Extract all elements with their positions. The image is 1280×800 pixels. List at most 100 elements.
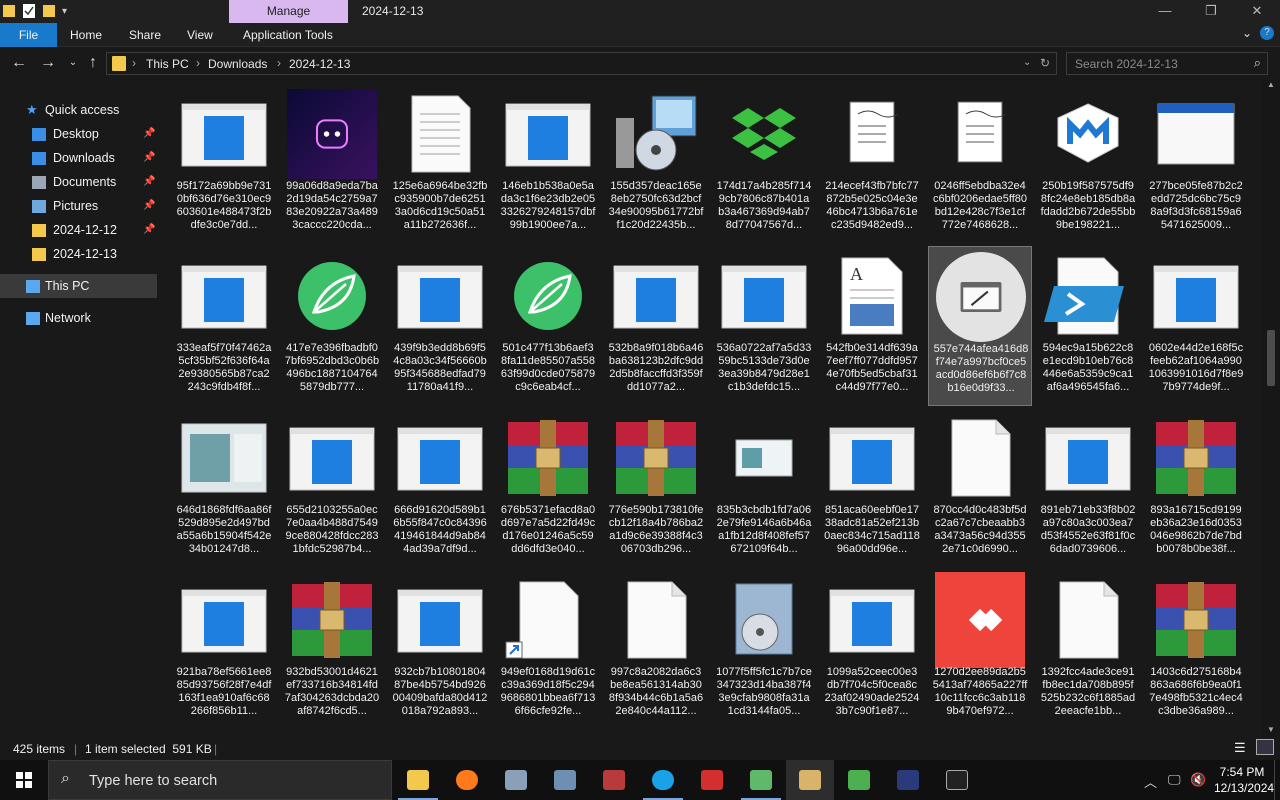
file-item[interactable]: 125e6a6964be32fbc935900b7de62513a0d6cd19… xyxy=(388,84,492,244)
file-item[interactable]: 95f172a69bb9e7310bf636d76e310ec9603601e4… xyxy=(172,84,276,244)
tab-home[interactable]: Home xyxy=(70,23,102,47)
taskbar-app[interactable] xyxy=(541,760,589,800)
file-item[interactable]: 997c8a2082da6c3be8ea561314ab308f934b44c6… xyxy=(604,570,708,730)
file-item[interactable]: 870cc4d0c483bf5dc2a67c7cbeaabb3a3473a56c… xyxy=(928,408,1032,568)
chevron-down-icon[interactable]: ⌄ xyxy=(1239,26,1255,42)
file-item[interactable]: 250b19f587575df98fc24e8eb185db8afdadd2b6… xyxy=(1036,84,1140,244)
file-item[interactable]: 655d2103255a0ec7e0aa4b488d75499ce880428f… xyxy=(280,408,384,568)
tab-share[interactable]: Share xyxy=(129,23,161,47)
file-item[interactable]: 532b8a9f018b6a46ba638123b2dfc9dd2d5b8fac… xyxy=(604,246,708,406)
sidebar-item-2024-12-13[interactable]: 2024-12-13 xyxy=(0,242,157,266)
breadcrumb-downloads[interactable]: Downloads xyxy=(208,57,267,71)
file-item[interactable]: 417e7e396fbadbf07bf6952dbd3c0b6b496bc188… xyxy=(280,246,384,406)
file-item[interactable]: 949ef0168d19d61cc39a369d18f5c2949686801b… xyxy=(496,570,600,730)
file-item[interactable]: 439f9b3edd8b69f54c8a03c34f56660b95f34568… xyxy=(388,246,492,406)
taskbar-app[interactable] xyxy=(394,760,442,800)
start-button[interactable] xyxy=(0,760,48,800)
vertical-scrollbar[interactable]: ▲ ▼ xyxy=(1262,80,1280,737)
manage-tab[interactable]: Manage xyxy=(229,0,348,23)
file-item[interactable]: 835b3cbdb1fd7a062e79fe9146a6b46aa1fb12d8… xyxy=(712,408,816,568)
file-item[interactable]: 557e744afea416d8f74e7a997bcf0ce5acd0d86e… xyxy=(928,246,1032,406)
tab-file[interactable]: File xyxy=(0,23,57,47)
refresh-icon[interactable]: ↻ xyxy=(1040,56,1050,70)
recent-locations-icon[interactable]: ⌄ xyxy=(64,54,82,72)
file-item[interactable]: 277bce05fe87b2c2edd725dc6bc75c98a9f3d3fc… xyxy=(1144,84,1248,244)
file-item[interactable]: 893a16715cd9199eb36a23e16d0353046e9862b7… xyxy=(1144,408,1248,568)
taskbar-app[interactable] xyxy=(492,760,540,800)
taskbar-app[interactable] xyxy=(835,760,883,800)
file-item[interactable]: 1403c6d275168b4863a686f6b9ea0f17e498fb53… xyxy=(1144,570,1248,730)
help-icon[interactable]: ? xyxy=(1260,26,1274,40)
scroll-down-icon[interactable]: ▼ xyxy=(1267,725,1275,734)
tab-application-tools[interactable]: Application Tools xyxy=(243,23,333,47)
maximize-button[interactable]: ❐ xyxy=(1188,0,1234,23)
breadcrumb-separator-icon[interactable]: › xyxy=(196,56,200,70)
search-input[interactable]: Search 2024-12-13 ⌕ xyxy=(1066,52,1268,75)
file-item[interactable]: 932cb7b1080180487be4b5754bd92600409bafda… xyxy=(388,570,492,730)
breadcrumb-separator-icon[interactable]: › xyxy=(277,56,281,70)
taskbar-search-box[interactable]: ⌕ Type here to search xyxy=(48,760,392,800)
tab-view[interactable]: View xyxy=(187,23,213,47)
breadcrumb-current-folder[interactable]: 2024-12-13 xyxy=(289,57,350,71)
file-item[interactable]: 1270d2ee89da2b55413af74865a227ff10c11fcc… xyxy=(928,570,1032,730)
volume-muted-icon[interactable]: 🔇 xyxy=(1190,772,1206,788)
taskbar-app[interactable] xyxy=(884,760,932,800)
sidebar-item-this-pc[interactable]: This PC xyxy=(0,274,157,298)
forward-icon[interactable]: → xyxy=(39,54,57,72)
up-icon[interactable]: ↑ xyxy=(84,54,102,72)
properties-icon[interactable] xyxy=(22,3,36,19)
file-item[interactable]: 536a0722af7a5d3359bc5133de73d0e3ea39b847… xyxy=(712,246,816,406)
address-history-icon[interactable]: ⌄ xyxy=(1023,57,1031,68)
file-item[interactable]: 921ba78ef5661ee885d93756f28f7e4df163f1ea… xyxy=(172,570,276,730)
system-clock[interactable]: 7:54 PM 12/13/2024 xyxy=(1214,764,1274,796)
close-button[interactable]: ✕ xyxy=(1234,0,1280,23)
show-desktop-button[interactable] xyxy=(1274,760,1280,800)
scroll-up-icon[interactable]: ▲ xyxy=(1267,80,1275,89)
search-icon[interactable]: ⌕ xyxy=(1254,55,1261,71)
address-bar[interactable]: › This PC › Downloads › 2024-12-13 ⌄ ↻ xyxy=(106,52,1057,75)
file-item[interactable]: 501c477f13b6aef38fa11de85507a55863f99d0c… xyxy=(496,246,600,406)
taskbar-app[interactable] xyxy=(933,760,981,800)
details-view-icon[interactable]: ☰ xyxy=(1234,740,1246,756)
file-item[interactable]: A 542fb0e314df639a7eef7ff077ddfd9574e70fb… xyxy=(820,246,924,406)
new-folder-icon[interactable] xyxy=(42,3,56,19)
file-item[interactable]: 333eaf5f70f47462a5cf35bf52f636f64a2e9380… xyxy=(172,246,276,406)
file-item[interactable]: 214ecef43fb7bfc77872b5e025c04e3e46bc4713… xyxy=(820,84,924,244)
scrollbar-thumb[interactable] xyxy=(1267,330,1275,386)
file-item[interactable]: 891eb71eb33f8b02a97c80a3c003ea7d53f4552e… xyxy=(1036,408,1140,568)
taskbar-app[interactable] xyxy=(688,760,736,800)
taskbar-app[interactable] xyxy=(786,760,834,800)
file-item[interactable]: 776e590b173810fecb12f18a4b786ba2a1d9c6e3… xyxy=(604,408,708,568)
sidebar-item-pictures[interactable]: Pictures 📌 xyxy=(0,194,157,218)
sidebar-item-quick-access[interactable]: ★ Quick access xyxy=(0,98,157,122)
file-item[interactable]: 174d17a4b285f7149cb7806c87b401ab3a467369… xyxy=(712,84,816,244)
sidebar-item-desktop[interactable]: Desktop 📌 xyxy=(0,122,157,146)
file-item[interactable]: 666d91620d589b16b55f847c0c84396419461844… xyxy=(388,408,492,568)
file-item[interactable]: 99a06d8a9eda7ba2d19da54c2759a783e20922a7… xyxy=(280,84,384,244)
taskbar-app[interactable] xyxy=(737,760,785,800)
sidebar-item-downloads[interactable]: Downloads 📌 xyxy=(0,146,157,170)
network-icon[interactable]: 🖵 xyxy=(1168,772,1181,788)
file-item[interactable]: 676b5371efacd8a0d697e7a5d22fd49cd176e012… xyxy=(496,408,600,568)
breadcrumb-separator-icon[interactable]: › xyxy=(132,56,136,70)
file-item[interactable]: 594ec9a15b622c8e1ecd9b10eb76c8446e6a5359… xyxy=(1036,246,1140,406)
taskbar-app[interactable] xyxy=(590,760,638,800)
file-item[interactable]: 1392fcc4ade3ce91fb8ec1da708b895f525b232c… xyxy=(1036,570,1140,730)
file-item[interactable]: 1077f5ff5fc1c7b7ce347323d14ba387f43e9cfa… xyxy=(712,570,816,730)
large-icons-view-icon[interactable] xyxy=(1256,739,1274,755)
file-item[interactable]: 146eb1b538a0e5ada3c1f6e23db2e05332627924… xyxy=(496,84,600,244)
file-item[interactable]: 646d1868fdf6aa86f529d895e2d497bda55a6b15… xyxy=(172,408,276,568)
back-icon[interactable]: ← xyxy=(10,54,28,72)
minimize-button[interactable]: — xyxy=(1142,0,1188,23)
sidebar-item-network[interactable]: Network xyxy=(0,306,157,330)
sidebar-item-documents[interactable]: Documents 📌 xyxy=(0,170,157,194)
sidebar-item-2024-12-12[interactable]: 2024-12-12 📌 xyxy=(0,218,157,242)
file-item[interactable]: 1099a52ceec00e3db7f704c5f0cea8c23af02490… xyxy=(820,570,924,730)
file-item[interactable]: 0602e44d2e168f5cfeeb62af1064a99010639910… xyxy=(1144,246,1248,406)
file-item[interactable]: 155d357deac165e8eb2750fc63d2bcf34e90095b… xyxy=(604,84,708,244)
customize-toolbar-icon[interactable]: ▾ xyxy=(62,6,67,17)
taskbar-app[interactable] xyxy=(639,760,687,800)
taskbar-app[interactable] xyxy=(443,760,491,800)
file-item[interactable]: 851aca60eebf0e1738adc81a52ef213b0aec834c… xyxy=(820,408,924,568)
file-item[interactable]: 932bd53001d4621ef733716b34814fd7af304263… xyxy=(280,570,384,730)
